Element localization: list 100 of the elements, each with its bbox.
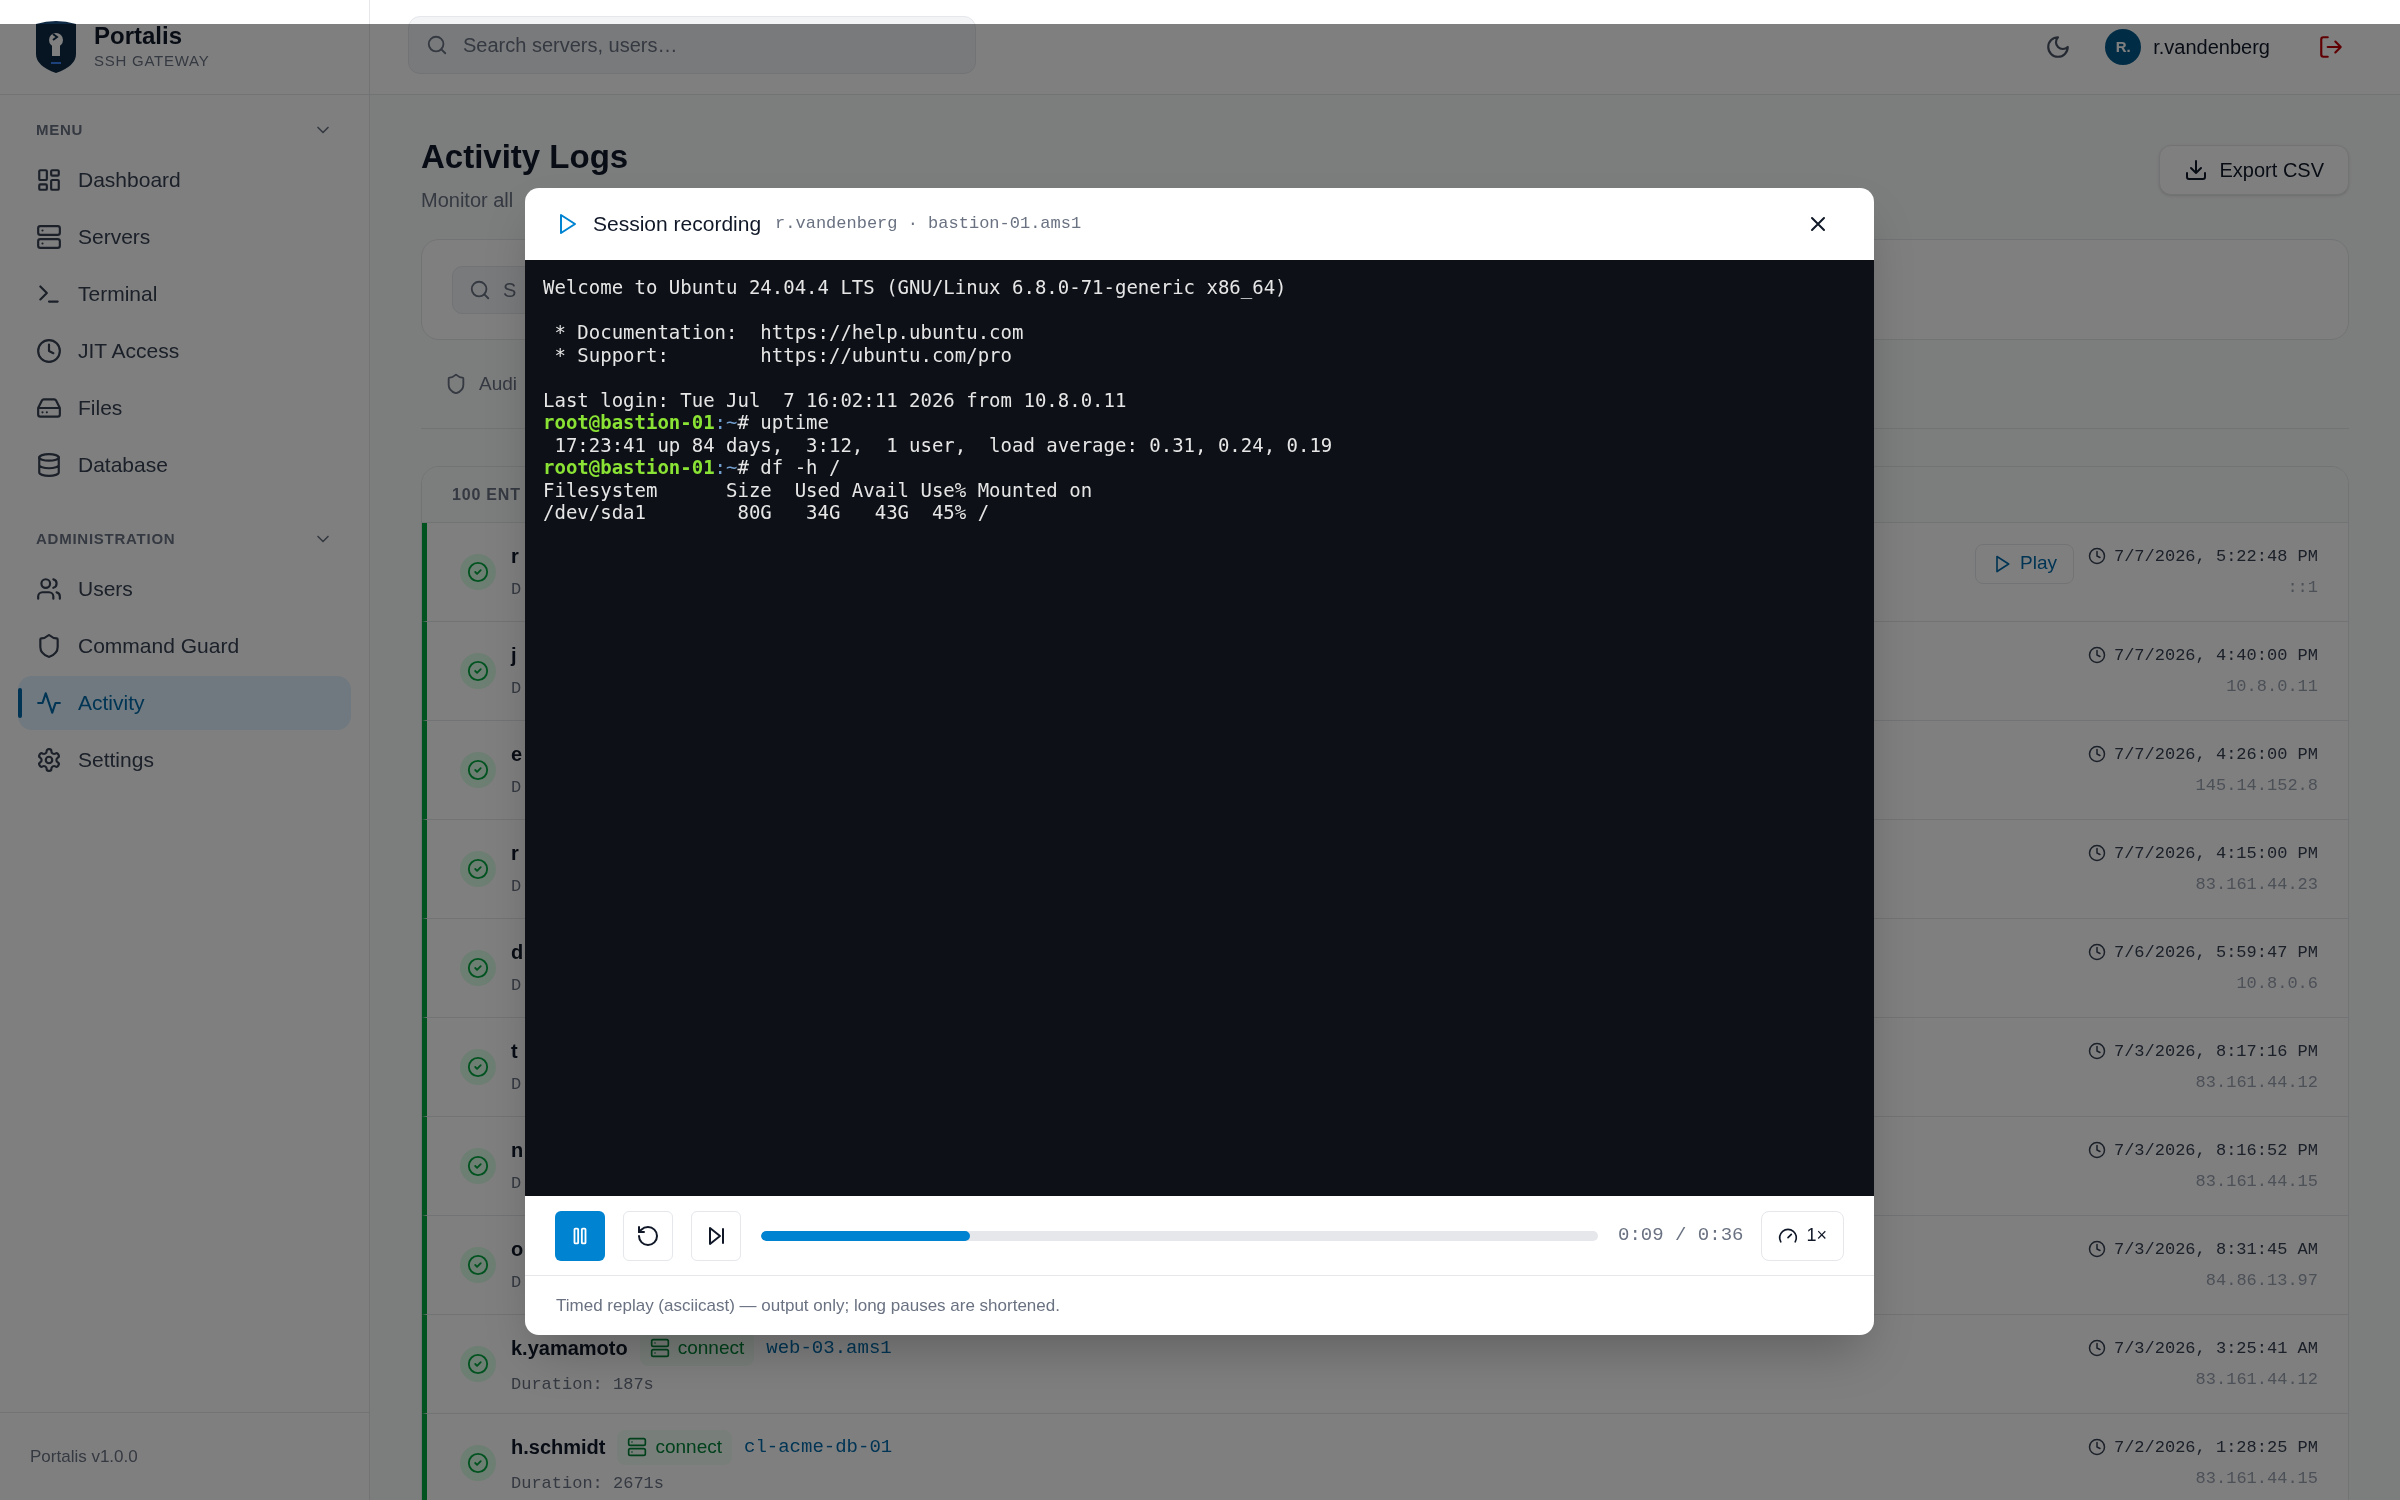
timestamp: 7/3/2026, 8:16:52 PM xyxy=(2113,1139,2318,1162)
host-name: web-03.ams1 xyxy=(766,1336,892,1361)
entries-count: 100 ENT xyxy=(452,484,521,505)
progress-track[interactable] xyxy=(761,1230,1599,1241)
duration-text: D xyxy=(511,1272,523,1295)
nav-item[interactable]: Database xyxy=(18,438,351,492)
user-name: r xyxy=(511,544,519,570)
skip-forward-button[interactable] xyxy=(691,1210,741,1261)
dashboard-icon xyxy=(36,167,62,193)
download-icon xyxy=(2183,158,2208,182)
replay-note: Timed replay (asciicast) — output only; long pauses are shortened. xyxy=(556,1294,1060,1317)
speed-button[interactable]: 1× xyxy=(1761,1210,1844,1261)
nav-item[interactable]: Servers xyxy=(18,210,351,264)
duration-text: D xyxy=(511,1173,523,1196)
duration-text: Duration: 187s xyxy=(511,1373,655,1396)
timestamp: 7/6/2026, 5:59:47 PM xyxy=(2113,941,2318,964)
terminal-prompt-line: root@bastion-01:~# df -h / xyxy=(543,456,842,479)
restart-icon xyxy=(636,1223,660,1248)
brand-tagline: SSH GATEWAY xyxy=(94,50,210,71)
shield-icon xyxy=(36,633,62,659)
duration-text: Duration: 2671s xyxy=(511,1472,666,1495)
clock-icon xyxy=(2087,547,2106,566)
shield-logo-icon xyxy=(34,20,78,74)
clock-icon xyxy=(2087,1438,2106,1457)
page-title: Activity Logs xyxy=(421,137,629,177)
version-label: Portalis v1.0.0 xyxy=(30,1445,138,1468)
shield-icon xyxy=(445,373,467,395)
check-circle-icon xyxy=(467,660,489,682)
terminal-line: /dev/sda1 80G 34G 43G 45% / xyxy=(543,501,991,524)
user-name: k.yamamoto xyxy=(511,1336,628,1362)
dialog-title: Session recording xyxy=(593,211,762,238)
search-field[interactable]: Search servers, users… xyxy=(408,16,976,74)
duration-text: D xyxy=(511,1074,522,1097)
timestamp: 7/7/2026, 4:26:00 PM xyxy=(2113,743,2318,766)
check-circle-icon xyxy=(467,759,489,781)
server-icon xyxy=(36,224,62,250)
nav-item[interactable]: Command Guard xyxy=(18,619,351,673)
user-avatar: R. xyxy=(2105,29,2142,65)
user-name: r.vandenberg xyxy=(2153,35,2270,60)
check-circle-icon xyxy=(467,1353,489,1375)
user-name: e xyxy=(511,742,523,768)
nav-item[interactable]: Files xyxy=(18,381,351,435)
timestamp: 7/2/2026, 1:28:25 PM xyxy=(2113,1436,2318,1459)
user-name: h.schmidt xyxy=(511,1435,606,1461)
timestamp: 7/3/2026, 3:25:41 AM xyxy=(2113,1337,2318,1360)
playback-time: 0:09 / 0:36 xyxy=(1618,1223,1744,1249)
check-circle-icon xyxy=(467,1056,489,1078)
timestamp: 7/3/2026, 8:31:45 AM xyxy=(2113,1238,2318,1261)
terminal-line: 17:23:41 up 84 days, 3:12, 1 user, load average: 0.31, 0.24, 0.19 xyxy=(553,433,1334,456)
duration-text: D xyxy=(511,579,522,602)
section-heading: ADMINISTRATION xyxy=(36,528,176,549)
clock-icon xyxy=(36,338,62,364)
terminal-line: Welcome to Ubuntu 24.04.4 LTS (GNU/Linux 6.8.0-71-generic x86_64) xyxy=(543,276,1288,299)
page-subtitle: Monitor all xyxy=(421,188,515,213)
play-button[interactable]: Play xyxy=(1975,543,2074,584)
check-circle-icon xyxy=(467,957,489,979)
audit-tab[interactable]: Audi xyxy=(445,369,518,399)
nav-item[interactable]: Terminal xyxy=(18,267,351,321)
activity-icon xyxy=(36,690,62,716)
check-circle-icon xyxy=(467,858,489,880)
export-csv-button[interactable]: Export CSV xyxy=(2158,145,2349,195)
logout-icon xyxy=(2318,34,2344,60)
clock-icon xyxy=(2087,1339,2106,1358)
terminal-line: Filesystem Size Used Avail Use% Mounted on xyxy=(543,478,1094,501)
check-circle-icon xyxy=(467,1254,489,1276)
timestamp: 7/7/2026, 4:40:00 PM xyxy=(2113,644,2318,667)
pause-button[interactable] xyxy=(555,1210,605,1261)
timestamp: 7/7/2026, 5:22:48 PM xyxy=(2113,545,2318,568)
restart-button[interactable] xyxy=(623,1210,673,1261)
duration-text: D xyxy=(511,876,522,899)
timestamp: 7/3/2026, 8:17:16 PM xyxy=(2113,1040,2318,1063)
drive-icon xyxy=(36,395,62,421)
user-name: n xyxy=(511,1138,524,1164)
nav-item[interactable]: Dashboard xyxy=(18,153,351,207)
search-icon xyxy=(469,278,491,301)
section-heading: MENU xyxy=(36,119,84,140)
nav-item[interactable]: Settings xyxy=(18,733,351,787)
server-icon xyxy=(627,1437,648,1458)
duration-text: D xyxy=(511,678,522,701)
duration-text: D xyxy=(511,975,523,998)
terminal-prompt-line: root@bastion-01:~# uptime xyxy=(543,411,830,434)
user-name: r xyxy=(511,841,519,867)
duration-text: D xyxy=(511,777,523,800)
moon-icon xyxy=(2045,34,2072,60)
user-name: o xyxy=(511,1237,524,1263)
clock-icon xyxy=(2087,943,2106,962)
user-name: d xyxy=(511,940,524,966)
nav-item[interactable]: Activity xyxy=(18,676,351,730)
brand-name: Portalis xyxy=(94,21,184,50)
nav-item[interactable]: JIT Access xyxy=(18,324,351,378)
clock-icon xyxy=(2087,745,2106,764)
user-name: t xyxy=(511,1039,518,1065)
settings-icon xyxy=(36,747,62,773)
terminal-line: * Documentation: https://help.ubuntu.com xyxy=(553,321,1025,344)
server-icon xyxy=(649,1338,670,1359)
action-badge: connect xyxy=(617,1430,732,1465)
check-circle-icon xyxy=(467,1155,489,1177)
users-icon xyxy=(36,576,62,602)
nav-item[interactable]: Users xyxy=(18,562,351,616)
terminal-line: * Support: https://ubuntu.com/pro xyxy=(553,343,1013,366)
